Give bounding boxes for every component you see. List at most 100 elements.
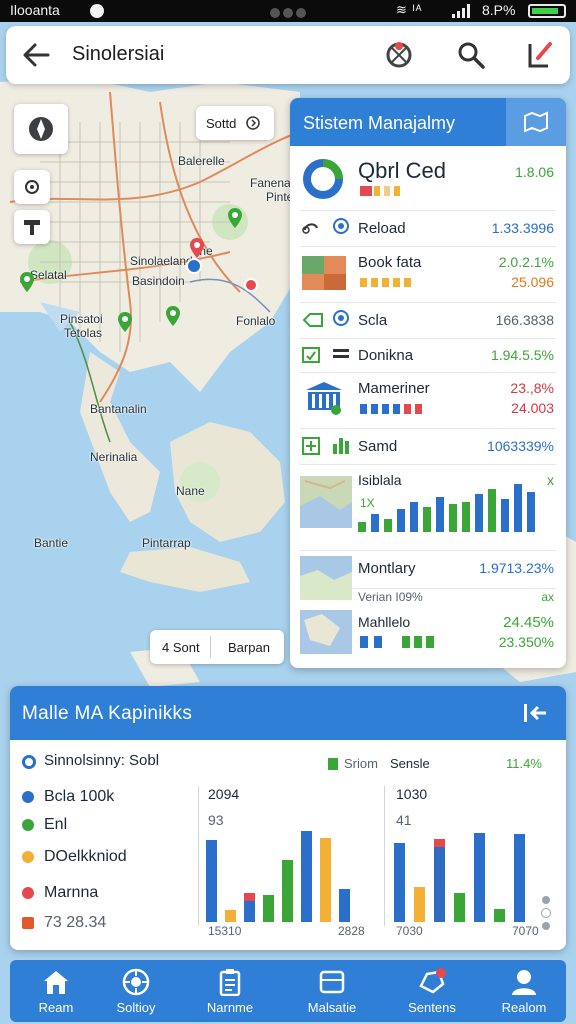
bar-chart-icon	[333, 438, 349, 454]
list-item[interactable]: Qbrl Ced 1.8.06	[300, 148, 556, 211]
list-item[interactable]: Scla 166.3838	[300, 302, 556, 339]
row-name: Reload	[358, 220, 406, 237]
map-label: Pinsatoi	[60, 312, 103, 326]
list-item[interactable]: Mahllelo 24.45% 23.350%	[300, 610, 556, 660]
map-chip-bottom[interactable]: 4 Sont Barpan	[150, 630, 284, 664]
chart-top-label: 1030	[396, 786, 428, 802]
add-box-icon	[302, 437, 320, 455]
row-value-secondary: 25.096	[511, 274, 554, 290]
search-icon[interactable]	[456, 40, 486, 70]
nav-item-narnme[interactable]: Narnme	[184, 960, 276, 1022]
layers-button[interactable]	[14, 210, 50, 244]
map-pin-icon[interactable]	[228, 208, 242, 228]
list-item[interactable]: Donikna 1.94.5.5%	[300, 338, 556, 373]
map-label: Sinolaeland	[130, 254, 193, 268]
chart-bar	[434, 839, 445, 922]
row-name: Scla	[358, 312, 388, 329]
nav-item-malsatie[interactable]: Malsatie	[286, 960, 378, 1022]
user-icon	[512, 970, 536, 995]
list-item[interactable]: Mameriner 23.,8% 24.003	[300, 372, 556, 429]
map-label: Selatal	[30, 268, 67, 282]
map-label: Bantanalin	[90, 402, 147, 416]
map-marker-icon[interactable]	[186, 258, 202, 274]
chart-x-label: 7070	[512, 924, 539, 938]
row-name: Mameriner	[358, 380, 430, 397]
chart-bar	[462, 502, 470, 532]
chart-bar	[410, 502, 418, 532]
map-label: Pintarrap	[142, 536, 191, 550]
back-arrow-icon[interactable]	[22, 42, 52, 68]
edit-pen-icon[interactable]	[524, 40, 554, 70]
chart-header-label: Sensle	[390, 756, 430, 771]
map-label: Tetolas	[64, 326, 103, 340]
location-pin-icon	[333, 310, 349, 326]
nav-item-realom[interactable]: Realom	[478, 960, 570, 1022]
top-app-bar: Sinolersiai	[6, 26, 570, 84]
nav-item-sentens[interactable]: Sentens	[386, 960, 478, 1022]
scroll-indicator[interactable]	[540, 896, 552, 932]
panel-title: Stistem Manajalmy	[303, 113, 456, 133]
row-value-secondary: 24.003	[511, 400, 554, 416]
map-chip-top[interactable]: Sottd	[196, 106, 274, 140]
compass-button[interactable]	[14, 104, 68, 154]
map-label: Nane	[176, 484, 205, 498]
legend-item: 73 28.34	[22, 914, 202, 934]
camera-icon	[270, 5, 310, 18]
map-thumbnail	[302, 256, 346, 290]
map-label: Nerinalia	[90, 450, 138, 464]
globe-pin-icon[interactable]	[384, 40, 414, 70]
nav-item-home[interactable]: Ream	[10, 960, 102, 1022]
list-item[interactable]: Verian I09% ax	[300, 588, 556, 610]
nav-label: Narnme	[206, 1000, 254, 1015]
chart-bar	[494, 909, 505, 922]
clipboard-icon	[219, 969, 241, 996]
locate-button[interactable]	[14, 170, 50, 204]
battery-percent: 8.P%	[482, 2, 516, 18]
legend-label: Bcla 100k	[44, 788, 115, 805]
map-pin-icon[interactable]	[20, 272, 34, 292]
list-item[interactable]: Book fata 2.0.2.1% 25.096	[300, 246, 556, 303]
chart-bar	[514, 484, 522, 532]
map-label: Fonlalo	[236, 314, 276, 328]
chart-bar	[527, 492, 535, 532]
signal-icon	[452, 4, 470, 18]
legend-dot-icon	[22, 887, 34, 899]
row-value: 166.3838	[495, 312, 554, 328]
chart-bar-segment	[244, 893, 255, 901]
list-item[interactable]: Montlary 1.9713.23%	[300, 550, 556, 600]
chip-left-label[interactable]: 4 Sont	[162, 640, 200, 655]
analytics-title: Malle MA Kapinikks	[22, 703, 193, 724]
map-marker-icon[interactable]	[244, 278, 258, 292]
map-pin-icon[interactable]	[166, 306, 180, 326]
chart-bar	[475, 494, 483, 532]
list-item[interactable]: Isiblala 1X x	[300, 464, 556, 551]
notification-icon	[419, 968, 446, 994]
wifi-icon: ≋ ᴵᴬ	[396, 2, 423, 17]
chart-bar	[488, 489, 496, 532]
map-pin-icon[interactable]	[190, 238, 204, 258]
status-bar: Ilooanta ≋ ᴵᴬ 8.P%	[0, 0, 576, 22]
row-name: Mahllelo	[358, 614, 411, 630]
layers-icon	[24, 220, 40, 235]
list-item[interactable]: Reload 1.33.3996	[300, 210, 556, 247]
legend-item: DOelkkniod	[22, 848, 202, 868]
panel-settings-button[interactable]	[506, 98, 566, 146]
settings-map-icon	[524, 111, 548, 133]
nav-label: Soltioy	[116, 1000, 156, 1015]
row-name: Qbrl Ced	[358, 158, 447, 183]
row-name: Book fata	[358, 254, 422, 271]
collapse-icon[interactable]	[522, 702, 550, 724]
chip-right-label[interactable]: Barpan	[228, 640, 270, 655]
folder-icon	[319, 970, 345, 994]
chart-header-label: Sriom	[344, 756, 378, 771]
nav-item-soltioy[interactable]: Soltioy	[90, 960, 182, 1022]
chart-bar	[454, 893, 465, 922]
list-item[interactable]: Samd 1063339%	[300, 428, 556, 465]
row-value: 2.0.2.1%	[498, 254, 554, 270]
map-label: Bantie	[34, 536, 69, 550]
map-pin-icon[interactable]	[118, 312, 132, 332]
chart-bar	[371, 514, 379, 532]
chart-x-label: 15310	[208, 924, 242, 938]
nav-label: Sentens	[408, 1000, 456, 1015]
analytics-panel: Malle MA Kapinikks Sinnolsinny: Sobl Bcl…	[10, 686, 566, 950]
